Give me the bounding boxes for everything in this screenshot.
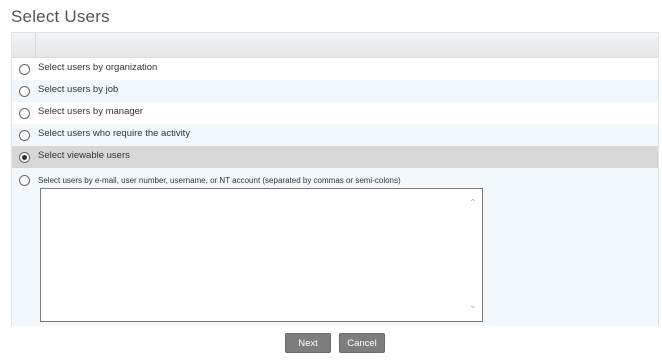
chevron-up-icon[interactable]: ⌃	[468, 199, 478, 209]
radio-organization[interactable]	[19, 64, 30, 75]
next-button[interactable]: Next	[285, 333, 331, 353]
option-row-viewable[interactable]: Select viewable users	[12, 146, 658, 168]
option-label: Select users who require the activity	[38, 128, 191, 139]
option-label: Select viewable users	[38, 150, 130, 161]
email-option-label: Select users by e-mail, user number, use…	[38, 176, 401, 185]
option-label: Select users by manager	[38, 106, 144, 117]
option-row-manager[interactable]: Select users by manager	[12, 102, 658, 124]
option-row-organization[interactable]: Select users by organization	[12, 58, 658, 80]
panel-header	[12, 33, 658, 58]
option-label: Select users by organization	[38, 62, 158, 73]
header-column-divider	[35, 33, 36, 57]
chevron-down-icon[interactable]: ⌄	[468, 301, 478, 311]
radio-selected-dot	[22, 155, 27, 160]
page-title: Select Users	[11, 7, 110, 26]
option-label: Select users by job	[38, 84, 119, 95]
option-row-require-activity[interactable]: Select users who require the activity	[12, 124, 658, 146]
option-row-job[interactable]: Select users by job	[12, 80, 658, 102]
radio-viewable[interactable]	[19, 152, 30, 163]
radio-email[interactable]	[19, 175, 30, 186]
option-row-email: Select users by e-mail, user number, use…	[12, 172, 658, 326]
radio-require-activity[interactable]	[19, 130, 30, 141]
select-users-page: Select Users Select users by organizatio…	[0, 0, 662, 362]
user-selection-panel: Select users by organization Select user…	[11, 32, 659, 326]
cancel-button[interactable]: Cancel	[339, 333, 385, 353]
user-identifiers-textarea[interactable]: ⌃ ⌄	[40, 188, 483, 322]
radio-job[interactable]	[19, 86, 30, 97]
radio-manager[interactable]	[19, 108, 30, 119]
